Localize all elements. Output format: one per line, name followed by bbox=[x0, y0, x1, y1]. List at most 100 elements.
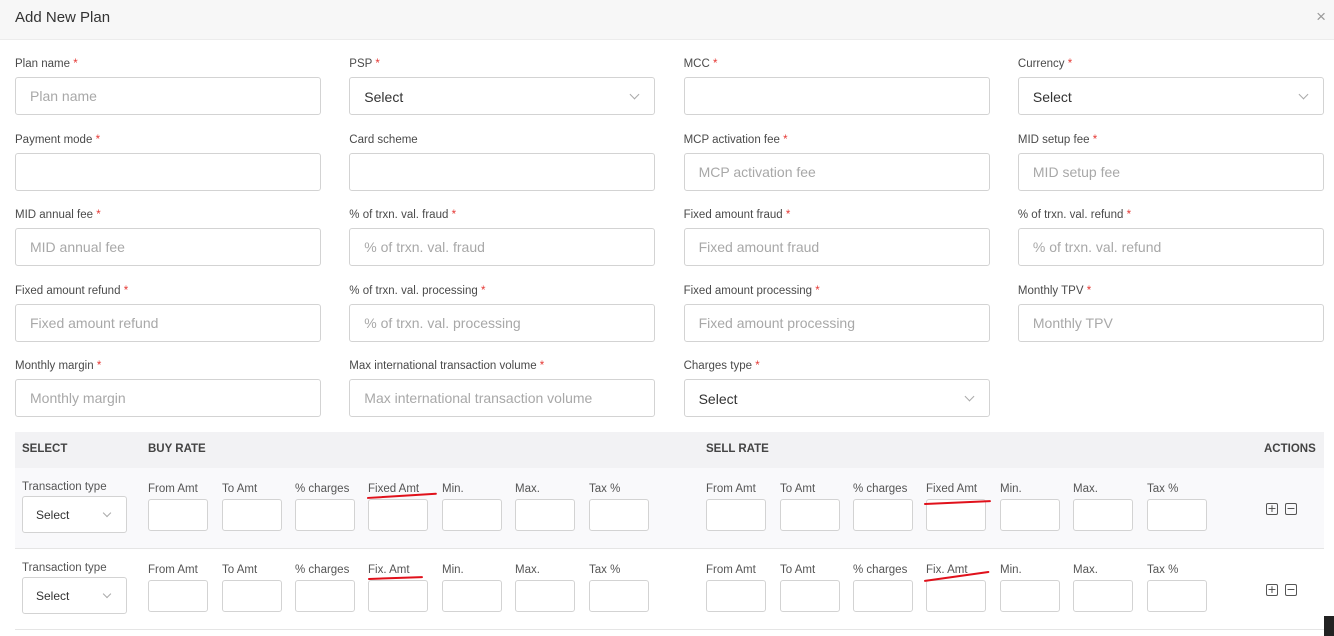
rate-row: Transaction type Select From Amt To Amt % ch… bbox=[15, 468, 1324, 549]
sell-pct-charges-input[interactable] bbox=[853, 499, 913, 531]
buy-to-amt-input[interactable] bbox=[222, 499, 282, 531]
buy-fixed-amt-input[interactable] bbox=[368, 580, 428, 612]
payment-mode-label: Payment mode * bbox=[15, 132, 321, 148]
mid-setup-fee-input[interactable] bbox=[1017, 152, 1324, 191]
chevron-down-icon bbox=[102, 589, 112, 599]
sell-from-amt-label: From Amt bbox=[706, 483, 756, 495]
mid-setup-fee-label-text: MID setup fee bbox=[1017, 133, 1090, 146]
mcc-label-text: MCC bbox=[683, 58, 710, 70]
mcp-activation-fee-label: MCP activation fee * bbox=[684, 132, 990, 148]
buy-max-input[interactable] bbox=[515, 580, 575, 612]
mcp-activation-fee-label-text: MCP activation fee bbox=[683, 133, 780, 146]
sell-min-label: Min. bbox=[1000, 564, 1022, 576]
psp-select-value: Select bbox=[364, 89, 404, 105]
sell-fixed-amt-input[interactable] bbox=[926, 580, 986, 612]
monthly-tpv-label: Monthly TPV * bbox=[1018, 283, 1324, 299]
field-card-scheme: Card scheme bbox=[349, 132, 656, 208]
add-icon[interactable]: + bbox=[1266, 503, 1278, 515]
buy-max-label: Max. bbox=[515, 564, 540, 576]
chevron-down-icon bbox=[964, 391, 975, 402]
chevron-down-icon bbox=[1298, 89, 1309, 100]
buy-from-amt-input[interactable] bbox=[148, 580, 208, 612]
plan-name-input[interactable] bbox=[15, 77, 321, 115]
sell-min-input[interactable] bbox=[1000, 580, 1060, 612]
required-mark: * bbox=[1067, 58, 1073, 70]
sell-to-amt-input[interactable] bbox=[780, 499, 840, 531]
mcc-label: MCC * bbox=[684, 56, 990, 72]
monthly-margin-input[interactable] bbox=[15, 379, 321, 418]
required-mark: * bbox=[123, 284, 129, 297]
buy-max-input[interactable] bbox=[515, 499, 575, 531]
charges-type-label: Charges type * bbox=[684, 358, 990, 374]
fixed-amount-fraud-input[interactable] bbox=[683, 228, 990, 267]
transaction-type-value: Select bbox=[36, 508, 70, 522]
buy-pct-charges-input[interactable] bbox=[295, 580, 355, 612]
psp-select[interactable]: Select bbox=[349, 77, 656, 115]
buy-tax-pct-input[interactable] bbox=[589, 499, 649, 531]
field-mid-setup-fee: MID setup fee * bbox=[1017, 132, 1324, 208]
buy-tax-pct-label: Tax % bbox=[589, 483, 621, 495]
sell-tax-pct-input[interactable] bbox=[1147, 499, 1207, 531]
buy-tax-pct-input[interactable] bbox=[589, 580, 649, 612]
sell-tax-pct-label: Tax % bbox=[1147, 483, 1179, 495]
sell-tax-pct-input[interactable] bbox=[1147, 580, 1207, 612]
currency-label: Currency * bbox=[1018, 56, 1324, 72]
buy-fixed-amt-label: Fix. Amt bbox=[368, 564, 410, 576]
add-icon[interactable]: + bbox=[1266, 584, 1278, 596]
pct-of-trxn-val-processing-label: % of trxn. val. processing * bbox=[349, 283, 655, 299]
field-pct-of-trxn-val-refund: % of trxn. val. refund * bbox=[1017, 207, 1324, 283]
sell-tax-pct-label: Tax % bbox=[1147, 564, 1179, 576]
mcc-input[interactable] bbox=[683, 77, 990, 115]
sell-from-amt-label: From Amt bbox=[706, 564, 756, 576]
sell-from-amt-input[interactable] bbox=[706, 499, 766, 531]
transaction-type-select[interactable]: Select bbox=[22, 577, 127, 614]
pct-of-trxn-val-fraud-input[interactable] bbox=[349, 228, 656, 267]
required-mark: * bbox=[1092, 133, 1098, 146]
buy-min-input[interactable] bbox=[442, 499, 502, 531]
sell-to-amt-input[interactable] bbox=[780, 580, 840, 612]
required-mark: * bbox=[95, 133, 101, 146]
buy-pct-charges-input[interactable] bbox=[295, 499, 355, 531]
buy-min-input[interactable] bbox=[442, 580, 502, 612]
sell-max-label: Max. bbox=[1073, 564, 1098, 576]
remove-icon[interactable]: − bbox=[1285, 503, 1297, 515]
buy-from-amt-input[interactable] bbox=[148, 499, 208, 531]
fixed-amount-processing-input[interactable] bbox=[683, 303, 990, 342]
required-mark: * bbox=[785, 209, 791, 222]
rate-table-header: SELECT BUY RATE SELL RATE ACTIONS bbox=[15, 432, 1324, 468]
charges-type-select[interactable]: Select bbox=[683, 379, 990, 418]
required-mark: * bbox=[755, 360, 760, 373]
charges-type-label-text: Charges type bbox=[683, 360, 752, 373]
sell-max-input[interactable] bbox=[1073, 580, 1133, 612]
mcp-activation-fee-input[interactable] bbox=[683, 152, 990, 191]
buy-fixed-amt-label: Fixed Amt bbox=[368, 483, 420, 495]
sell-max-input[interactable] bbox=[1073, 499, 1133, 531]
field-monthly-margin: Monthly margin * bbox=[15, 358, 321, 434]
close-icon[interactable]: × bbox=[1316, 8, 1326, 25]
monthly-tpv-input[interactable] bbox=[1017, 303, 1324, 342]
rate-row: Transaction type Select From Amt To Amt % ch… bbox=[15, 549, 1324, 630]
buy-to-amt-input[interactable] bbox=[222, 580, 282, 612]
pct-of-trxn-val-refund-label-text: % of trxn. val. refund bbox=[1017, 209, 1124, 222]
mid-annual-fee-input[interactable] bbox=[15, 228, 321, 267]
currency-select[interactable]: Select bbox=[1017, 77, 1324, 115]
modal-title: Add New Plan bbox=[15, 9, 111, 26]
transaction-type-select[interactable]: Select bbox=[22, 496, 127, 533]
scrollbar-thumb[interactable] bbox=[1324, 616, 1334, 636]
required-mark: * bbox=[1086, 284, 1092, 297]
plan-name-label: Plan name * bbox=[15, 56, 321, 72]
buy-fixed-amt-input[interactable] bbox=[368, 499, 428, 531]
field-pct-of-trxn-val-processing: % of trxn. val. processing * bbox=[349, 283, 656, 359]
remove-icon[interactable]: − bbox=[1285, 584, 1297, 596]
sell-from-amt-input[interactable] bbox=[706, 580, 766, 612]
card-scheme-input[interactable] bbox=[349, 152, 656, 191]
fixed-amount-refund-input[interactable] bbox=[15, 303, 321, 342]
max-international-transaction-volume-input[interactable] bbox=[349, 379, 656, 418]
sell-pct-charges-input[interactable] bbox=[853, 580, 913, 612]
sell-min-input[interactable] bbox=[1000, 499, 1060, 531]
pct-of-trxn-val-refund-input[interactable] bbox=[1017, 228, 1324, 267]
field-fixed-amount-refund: Fixed amount refund * bbox=[15, 283, 321, 359]
payment-mode-input[interactable] bbox=[15, 152, 321, 191]
pct-of-trxn-val-processing-input[interactable] bbox=[349, 303, 656, 342]
transaction-type-label: Transaction type bbox=[22, 562, 107, 574]
